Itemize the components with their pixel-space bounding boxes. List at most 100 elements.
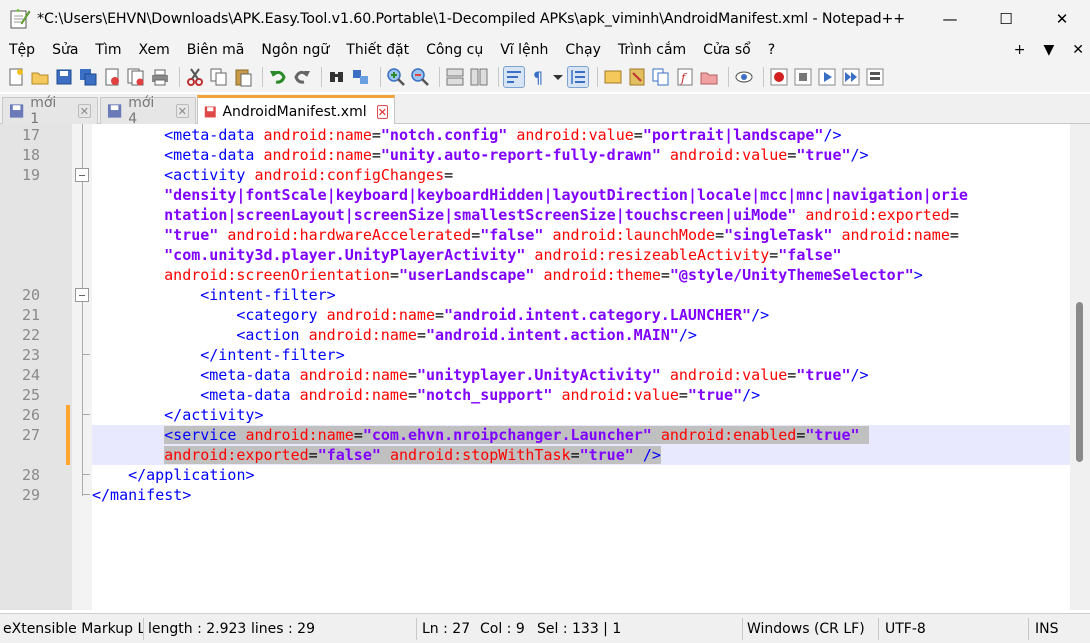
scrollbar-thumb[interactable]: [1076, 302, 1083, 462]
syntax-token: <service: [164, 426, 246, 444]
code-line[interactable]: 19 <activity android:configChanges=: [0, 165, 1070, 185]
undo-icon[interactable]: [268, 67, 288, 87]
notepad-plus-plus-icon[interactable]: [9, 8, 31, 30]
code-line[interactable]: 20 <intent-filter>: [0, 285, 1070, 305]
menu-file[interactable]: Tệp: [0, 42, 43, 58]
fold-end-tick: [82, 354, 90, 355]
fold-guide: [82, 182, 83, 288]
close-button[interactable]: ✕: [1034, 0, 1090, 38]
code-line[interactable]: 23 </intent-filter>: [0, 345, 1070, 365]
change-history-marker: [66, 405, 70, 425]
menu-run[interactable]: Chạy: [556, 42, 609, 58]
fold-toggle-icon[interactable]: [75, 288, 89, 302]
play-macro-icon[interactable]: [817, 67, 837, 87]
code-line[interactable]: 21 <category android:name="android.intent…: [0, 305, 1070, 325]
save-macro-icon[interactable]: [865, 67, 885, 87]
code-line[interactable]: "true" android:hardwareAccelerated="fals…: [0, 225, 1070, 245]
tab-close-icon[interactable]: ✕: [376, 104, 388, 119]
play-macro-multiple-icon[interactable]: [841, 67, 861, 87]
syntax-token: "false": [480, 226, 544, 244]
code-line[interactable]: android:exported="false" android:stopWit…: [92, 445, 1070, 465]
menu-plugins[interactable]: Trình cắm: [609, 42, 694, 58]
zoom-in-icon[interactable]: [386, 67, 406, 87]
code-line[interactable]: 22 <action android:name="android.intent.a…: [0, 325, 1070, 345]
paste-icon[interactable]: [233, 67, 253, 87]
menu-edit[interactable]: Sửa: [43, 42, 86, 58]
code-line[interactable]: 18 <meta-data android:name="unity.auto-re…: [0, 145, 1070, 165]
tab-close-icon[interactable]: ✕: [77, 104, 92, 118]
code-line[interactable]: 17 <meta-data android:name="notch.config"…: [0, 125, 1070, 145]
syntax-token: ntation|screenLayout|screenSize|smallest…: [164, 206, 797, 224]
line-number: 20: [21, 286, 40, 304]
close-file-icon[interactable]: [102, 67, 122, 87]
copy-icon[interactable]: [209, 67, 229, 87]
minimize-button[interactable]: —: [922, 0, 978, 38]
menu-help[interactable]: ?: [759, 42, 783, 58]
folder-as-workspace-icon[interactable]: [699, 67, 719, 87]
menu-macro[interactable]: Vĩ lệnh: [491, 42, 556, 58]
print-icon[interactable]: [150, 67, 170, 87]
code-line[interactable]: android:screenOrientation="userLandscape…: [0, 265, 1070, 285]
user-defined-language-icon[interactable]: [603, 67, 623, 87]
tab-list-dropdown-icon[interactable]: ▼: [1043, 42, 1054, 58]
toolbar-separator: [380, 67, 381, 87]
word-wrap-icon[interactable]: [503, 66, 525, 88]
code-line[interactable]: 24 <meta-data android:name="unityplayer.U…: [0, 365, 1070, 385]
find-icon[interactable]: [327, 67, 347, 87]
tab-new-1[interactable]: mới 1 ✕: [2, 95, 98, 127]
indent-guide-icon[interactable]: [567, 66, 589, 88]
redo-icon[interactable]: [292, 67, 312, 87]
syntax-token: android:value: [669, 366, 788, 384]
code-line[interactable]: "density|fontScale|keyboard|keyboardHidd…: [0, 185, 1070, 205]
line-number: 17: [21, 126, 40, 144]
menu-view[interactable]: Xem: [130, 42, 178, 58]
vertical-scrollbar[interactable]: [1070, 124, 1090, 610]
save-icon[interactable]: [54, 67, 74, 87]
fold-toggle-icon[interactable]: [75, 168, 89, 182]
code-line[interactable]: 29 </manifest>: [0, 485, 1070, 505]
menu-language[interactable]: Ngôn ngữ: [252, 42, 337, 58]
code-line[interactable]: 26 </activity>: [0, 405, 1070, 425]
code-line[interactable]: 28 </application>: [0, 465, 1070, 485]
code-editor[interactable]: 17 <meta-data android:name="notch.config"…: [0, 124, 1090, 610]
syntax-token: =: [444, 166, 454, 184]
zoom-out-icon[interactable]: [410, 67, 430, 87]
menu-window[interactable]: Cửa sổ: [694, 42, 759, 58]
menu-settings[interactable]: Thiết đặt: [337, 42, 417, 58]
record-macro-icon[interactable]: [769, 67, 789, 87]
maximize-button[interactable]: ☐: [978, 0, 1034, 38]
open-file-icon[interactable]: [30, 67, 50, 87]
menu-tools[interactable]: Công cụ: [417, 42, 491, 58]
replace-icon[interactable]: [351, 67, 371, 87]
code-line[interactable]: 27 <service android:name="com.ehvn.nroipc…: [22, 425, 1070, 445]
stop-macro-icon[interactable]: [793, 67, 813, 87]
save-all-icon[interactable]: [78, 67, 98, 87]
new-tab-button[interactable]: +: [1014, 42, 1026, 58]
document-list-icon[interactable]: [651, 67, 671, 87]
close-document-button[interactable]: ✕: [1072, 42, 1084, 58]
code-line[interactable]: 25 <meta-data android:name="notch_support…: [0, 385, 1070, 405]
function-list-icon[interactable]: f: [675, 67, 695, 87]
code-line[interactable]: ntation|screenLayout|screenSize|smallest…: [0, 205, 1070, 225]
menu-encoding[interactable]: Biên mã: [178, 42, 253, 58]
line-number: 26: [21, 406, 40, 424]
tab-android-manifest[interactable]: AndroidManifest.xml ✕: [197, 95, 395, 125]
code-text: ntation|screenLayout|screenSize|smallest…: [164, 205, 959, 225]
tab-close-icon[interactable]: ✕: [175, 104, 190, 118]
status-separator: [143, 618, 144, 640]
menu-search[interactable]: Tìm: [86, 42, 129, 58]
syntax-token: android:name: [308, 326, 417, 344]
syntax-token: =: [769, 246, 779, 264]
close-all-icon[interactable]: [126, 67, 146, 87]
new-file-icon[interactable]: [6, 67, 26, 87]
syntax-token: =: [570, 446, 580, 464]
monitoring-eye-icon[interactable]: [734, 67, 754, 87]
cut-icon[interactable]: [185, 67, 205, 87]
code-line[interactable]: "com.unity3d.player.UnityPlayerActivity"…: [0, 245, 1070, 265]
dropdown-arrow-icon[interactable]: [552, 67, 564, 87]
sync-vertical-icon[interactable]: [445, 67, 465, 87]
document-map-icon[interactable]: [627, 67, 647, 87]
sync-horizontal-icon[interactable]: [469, 67, 489, 87]
show-all-characters-icon[interactable]: ¶: [528, 67, 548, 87]
tab-new-4[interactable]: mới 4 ✕: [100, 95, 196, 127]
